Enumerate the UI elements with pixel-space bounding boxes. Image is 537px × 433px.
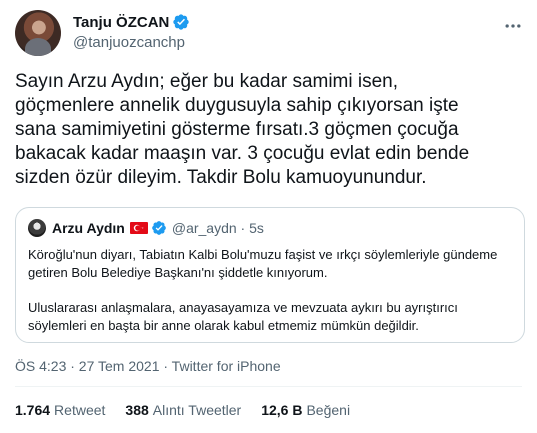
tweet-text: Sayın Arzu Aydın; eğer bu kadar samimi i… [15,71,470,188]
quotes-stat[interactable]: 388 Alıntı Tweetler [125,402,241,418]
quotes-label: Alıntı Tweetler [152,402,242,418]
tweet-stats: 1.764 Retweet 388 Alıntı Tweetler 12,6 B Be… [15,402,370,418]
quoted-tweet-header: Arzu Aydın @ar_aydn · 5s [28,218,264,238]
author-name-row: Tanju ÖZCAN [73,12,190,32]
retweets-label: Retweet [54,402,106,418]
quoted-tweet[interactable]: Arzu Aydın @ar_aydn · 5s Köroğlu'nun diy… [15,207,525,343]
quoted-tweet-text: Köroğlu'nun diyarı, Tabiatın Kalbi Bolu'… [28,246,514,335]
likes-count: 12,6 B [261,402,303,418]
more-icon[interactable] [503,16,523,36]
tweet: Tanju ÖZCAN @tanjuozcanchp Sayın Arzu Ay… [0,0,537,433]
tweet-header: Tanju ÖZCAN @tanjuozcanchp [15,10,523,56]
author-info: Tanju ÖZCAN @tanjuozcanchp [73,12,190,51]
tweet-timestamp[interactable]: ÖS 4:23 · 27 Tem 2021 · Twitter for iPho… [15,358,281,374]
author-display-name[interactable]: Tanju ÖZCAN [73,14,169,31]
retweets-count: 1.764 [15,402,51,418]
quoted-author-avatar [28,219,46,237]
retweets-stat[interactable]: 1.764 Retweet [15,402,105,418]
verified-badge-icon [173,14,190,30]
quoted-paragraph-2: Uluslararası anlaşmalara, anayasayamıza … [28,300,458,333]
likes-stat[interactable]: 12,6 B Beğeni [261,402,350,418]
quoted-author-name: Arzu Aydın [52,220,125,236]
likes-label: Beğeni [306,402,351,418]
quoted-author-handle-time: @ar_aydn · 5s [171,220,264,236]
author-avatar[interactable] [15,10,61,56]
verified-badge-icon [152,221,166,235]
turkey-flag-icon [129,222,148,234]
divider [15,386,522,387]
quoted-paragraph-1: Köroğlu'nun diyarı, Tabiatın Kalbi Bolu'… [28,247,498,280]
author-handle[interactable]: @tanjuozcanchp [73,34,190,51]
quotes-count: 388 [125,402,149,418]
